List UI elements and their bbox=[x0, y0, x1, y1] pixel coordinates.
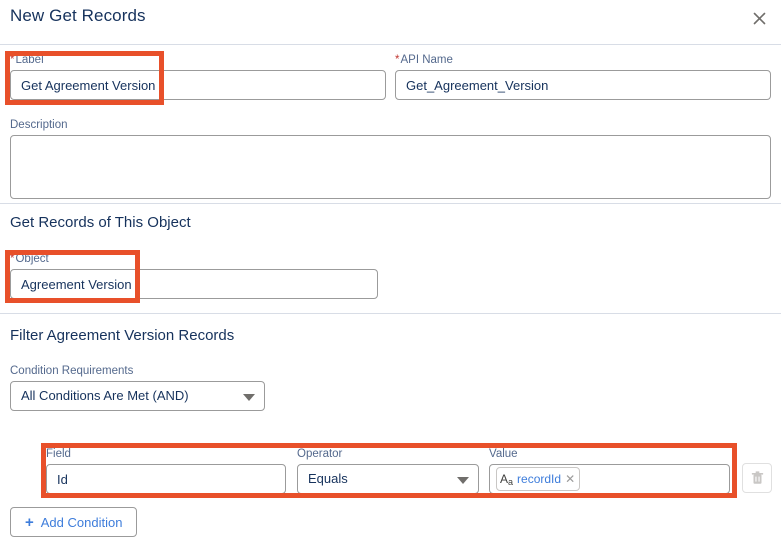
filter-value-input[interactable]: Aa recordId ✕ bbox=[489, 464, 730, 494]
filter-section-title: Filter Agreement Version Records bbox=[10, 327, 235, 344]
close-icon[interactable] bbox=[747, 6, 771, 30]
description-field-label: Description bbox=[10, 119, 68, 131]
required-asterisk: * bbox=[10, 253, 15, 265]
object-text: Object bbox=[15, 253, 49, 265]
plus-icon: + bbox=[25, 513, 34, 531]
section-divider-object bbox=[0, 203, 781, 204]
filter-value-group: Value Aa recordId ✕ bbox=[489, 447, 730, 494]
column-header-value: Value bbox=[489, 448, 518, 460]
filter-operator-value: Equals bbox=[308, 471, 348, 486]
page-title: New Get Records bbox=[10, 6, 146, 25]
object-combobox-input[interactable] bbox=[10, 269, 378, 299]
add-condition-button[interactable]: + Add Condition bbox=[10, 507, 138, 537]
section-divider-filter bbox=[0, 313, 781, 314]
object-field-label: *Object bbox=[10, 252, 378, 266]
chevron-down-icon bbox=[243, 394, 255, 401]
api-name-text: API Name bbox=[400, 54, 453, 66]
column-header-operator: Operator bbox=[297, 448, 343, 460]
filter-operator-group: Operator Equals bbox=[297, 447, 479, 494]
description-field-group: Description bbox=[10, 118, 771, 204]
required-asterisk: * bbox=[10, 54, 15, 66]
object-section-title: Get Records of This Object bbox=[10, 214, 191, 231]
add-condition-label: Add Condition bbox=[40, 514, 123, 530]
label-field-group: *Label bbox=[10, 53, 386, 100]
filter-field-input[interactable] bbox=[46, 464, 286, 494]
required-asterisk: * bbox=[395, 54, 400, 66]
description-textarea[interactable] bbox=[10, 135, 771, 199]
api-name-input[interactable] bbox=[395, 70, 771, 100]
object-field-group: *Object bbox=[10, 252, 378, 299]
api-name-field-group: *API Name bbox=[395, 53, 771, 100]
filter-operator-dropdown[interactable]: Equals bbox=[297, 464, 479, 494]
condition-requirements-group: Condition Requirements All Conditions Ar… bbox=[10, 364, 265, 411]
value-pill-label: recordId bbox=[517, 472, 562, 486]
label-text: Label bbox=[15, 54, 44, 66]
delete-condition-button[interactable] bbox=[742, 463, 772, 493]
filter-field-group: Field bbox=[46, 447, 286, 494]
modal-header: New Get Records bbox=[0, 0, 781, 45]
text-datatype-icon: Aa bbox=[500, 471, 514, 487]
value-pill[interactable]: Aa recordId ✕ bbox=[496, 467, 581, 491]
label-input[interactable] bbox=[10, 70, 386, 100]
api-name-field-label: *API Name bbox=[395, 53, 771, 67]
condition-requirements-dropdown[interactable]: All Conditions Are Met (AND) bbox=[10, 381, 265, 411]
condition-requirements-label: Condition Requirements bbox=[10, 365, 134, 377]
column-header-field: Field bbox=[46, 448, 71, 460]
new-get-records-modal: New Get Records *Label *API Name Descrip… bbox=[0, 0, 781, 549]
condition-requirements-value: All Conditions Are Met (AND) bbox=[21, 388, 189, 403]
remove-pill-icon[interactable]: ✕ bbox=[565, 473, 575, 485]
label-field-label: *Label bbox=[10, 53, 386, 67]
chevron-down-icon bbox=[457, 477, 469, 484]
